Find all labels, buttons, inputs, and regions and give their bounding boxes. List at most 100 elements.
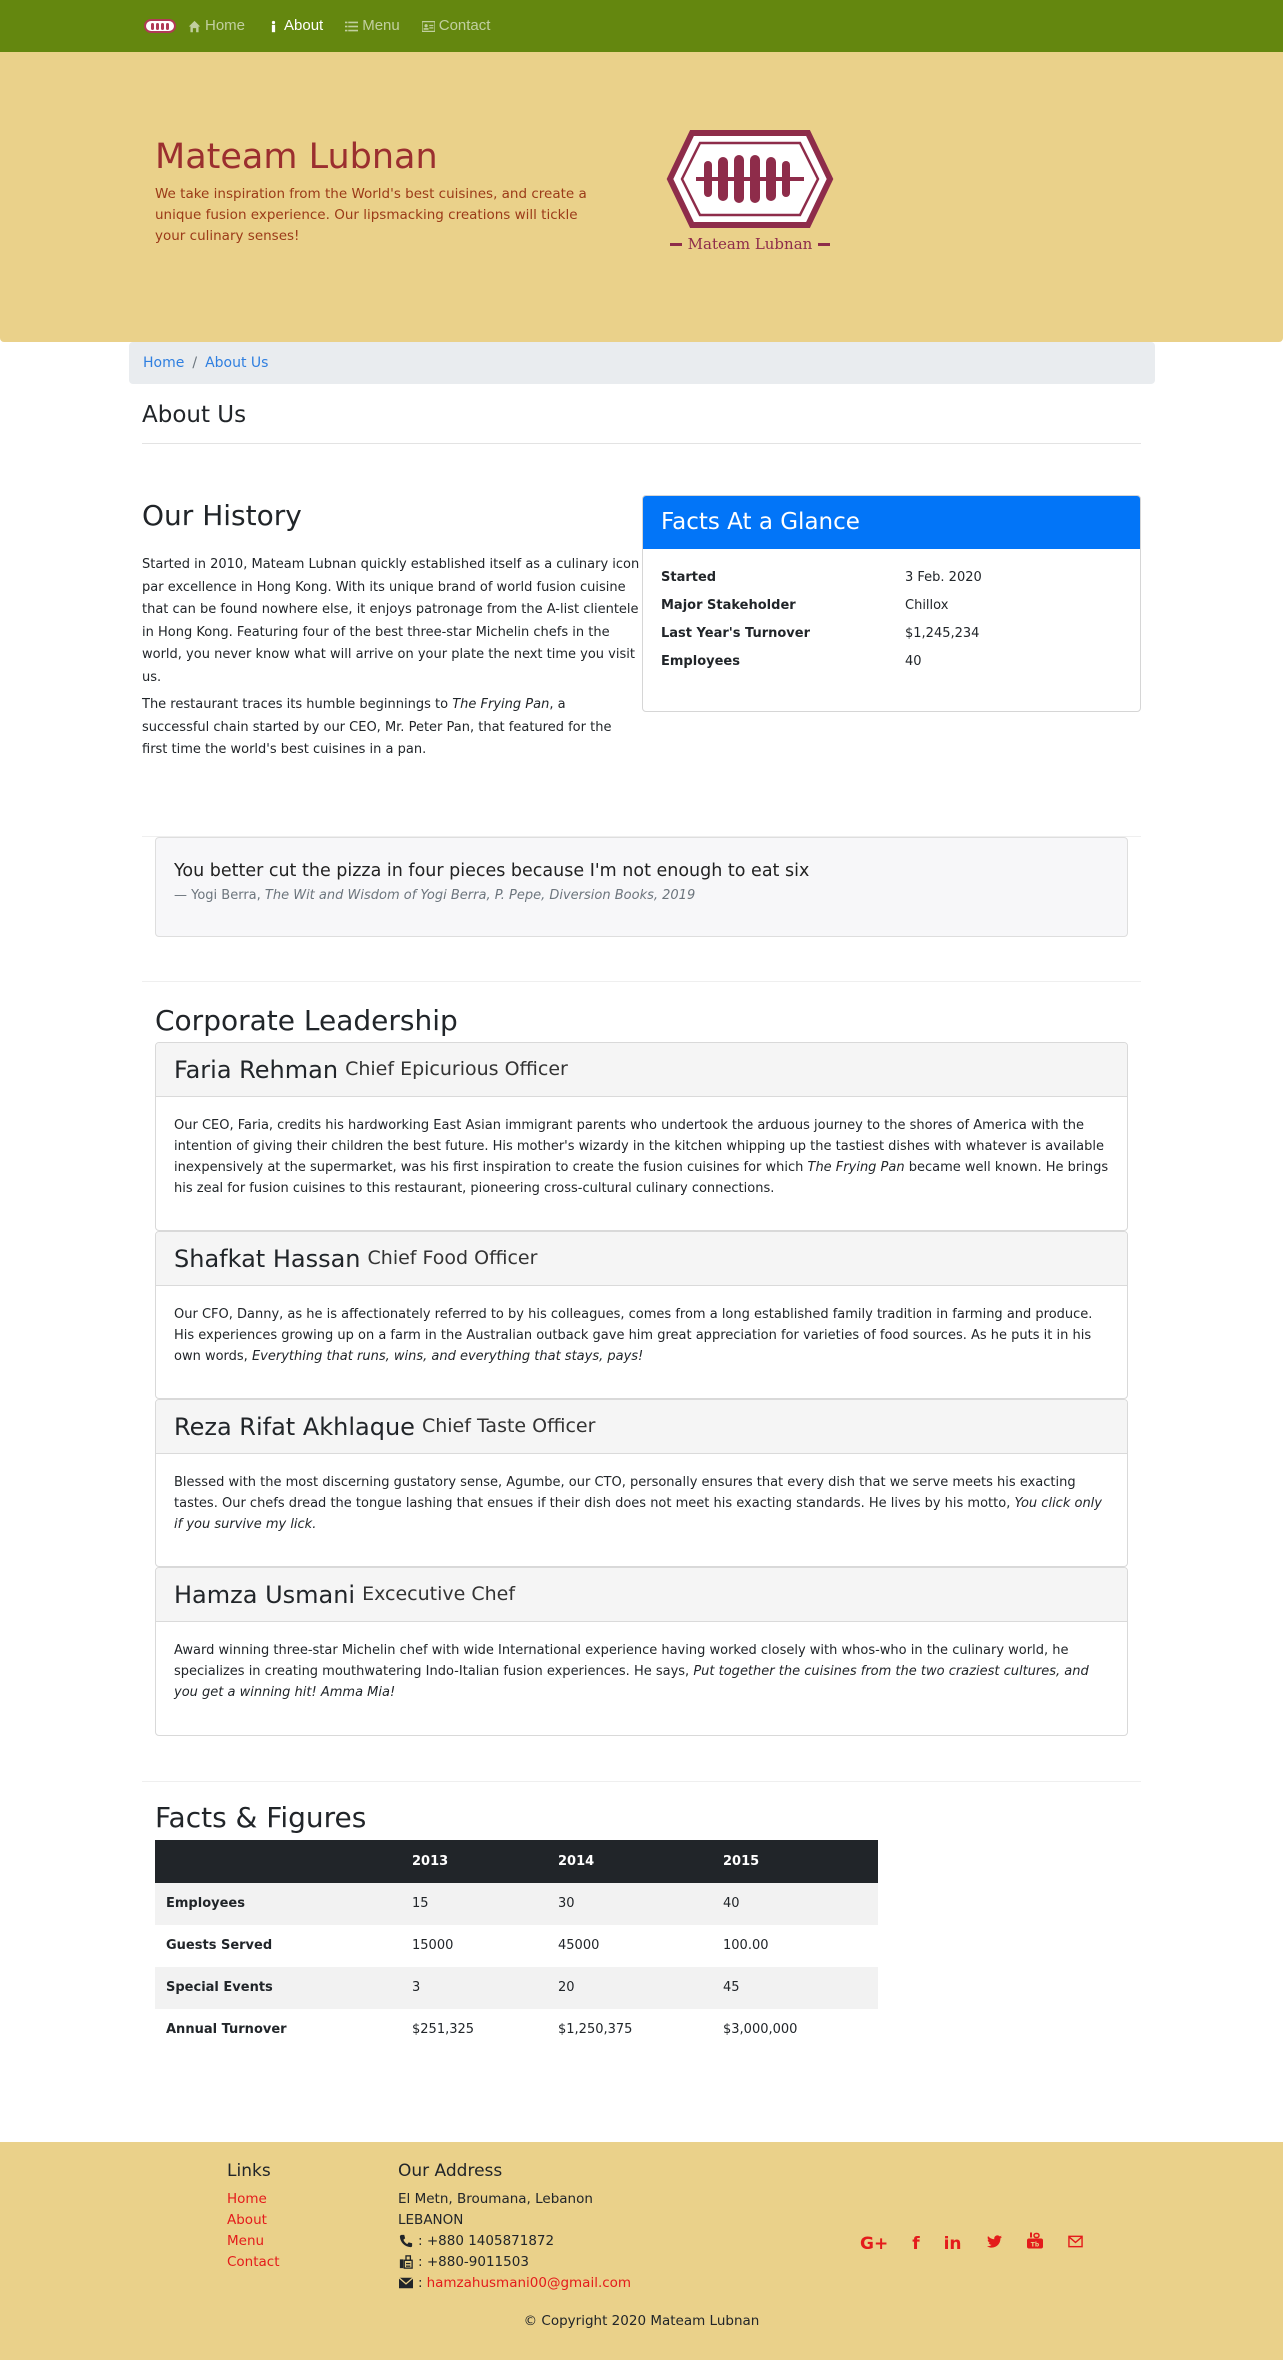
- leader-name: Hamza Usmani: [174, 1580, 356, 1609]
- table-row-header: Annual Turnover: [166, 2022, 287, 2038]
- nav-home-label: Home: [205, 16, 246, 34]
- leader-header: Shafkat Hassan Chief Food Officer: [156, 1232, 1127, 1286]
- table-row-header: Guests Served: [166, 1938, 273, 1954]
- address-line: El Metn, Broumana, Lebanon: [398, 2190, 593, 2207]
- leader-card: Hamza Usmani Excecutive Chef Award winnin…: [155, 1567, 1128, 1736]
- nav-about[interactable]: About: [267, 15, 323, 38]
- table-cell: 30: [547, 1883, 712, 1925]
- leader-bio-emphasis: The Frying Pan: [807, 1160, 905, 1175]
- mail-glyph: [1067, 2235, 1083, 2248]
- quote-text: You better cut the pizza in four pieces …: [174, 861, 810, 881]
- history-title: Our History: [142, 499, 302, 532]
- leader-title: Chief Taste Officer: [421, 1415, 596, 1438]
- leader-card: Shafkat Hassan Chief Food Officer Our CFO…: [155, 1231, 1128, 1399]
- phone-icon: [399, 2234, 413, 2248]
- table-header-cell: [155, 1840, 401, 1883]
- nav-contact[interactable]: Contact: [421, 15, 491, 38]
- footer-address-title: Our Address: [398, 2161, 503, 2181]
- table-cell: 15: [401, 1883, 547, 1925]
- table-cell: $3,000,000: [723, 2022, 798, 2038]
- quote-attribution: — Yogi Berra, The Wit and Wisdom of Yogi…: [174, 886, 1109, 906]
- divider: [142, 1781, 1141, 1782]
- site-tagline: We take inspiration from the World's bes…: [155, 186, 587, 244]
- nav-menu[interactable]: Menu: [345, 15, 400, 38]
- table-row: Employees 15 30 40: [155, 1883, 878, 1925]
- table-cell: 100.00: [723, 1938, 769, 1954]
- table-cell: 20: [547, 1967, 712, 2009]
- facts-key: Major Stakeholder: [661, 598, 796, 613]
- nav-contact-label: Contact: [438, 16, 491, 34]
- history-p2-emphasis: The Frying Pan: [452, 697, 550, 712]
- breadcrumb-home[interactable]: Home: [143, 353, 184, 374]
- nav-about-label: About: [284, 16, 324, 34]
- footer-link-home[interactable]: Home: [227, 2189, 280, 2210]
- jumbotron: Mateam Lubnan We take inspiration from t…: [0, 52, 1283, 342]
- table-row: Guests Served 15000 45000 100.00: [155, 1925, 878, 1967]
- table-row: Special Events 3 20 45: [155, 1967, 878, 2009]
- quote-author: — Yogi Berra,: [174, 888, 265, 904]
- leader-bio: Blessed with the most discerning gustato…: [156, 1454, 1127, 1553]
- site-title: Mateam Lubnan: [155, 137, 438, 177]
- footer-links: Links Home About Menu Contact: [227, 2159, 280, 2273]
- home-icon: [188, 20, 201, 32]
- leader-bio-text: Blessed with the most discerning gustato…: [174, 1475, 1076, 1511]
- table-cell: 15000: [412, 1938, 454, 1954]
- youtube-icon[interactable]: Tb: [1026, 2232, 1043, 2258]
- brand-logo-icon: Mateam Lubnan: [666, 130, 834, 253]
- nav-home[interactable]: Home: [188, 15, 245, 38]
- table-row-header: Special Events: [155, 1967, 401, 2009]
- figures-table: 2013 2014 2015 Employees 15 30 40 Guests…: [155, 1840, 878, 2051]
- facebook-icon[interactable]: f: [912, 2232, 919, 2258]
- footer-link-menu[interactable]: Menu: [227, 2231, 280, 2252]
- facts-value: Chillox: [905, 598, 949, 613]
- divider: [142, 443, 1141, 444]
- leader-title: Excecutive Chef: [362, 1583, 516, 1606]
- table-cell: 45: [712, 1967, 878, 2009]
- table-header-cell: 2014: [547, 1840, 712, 1883]
- leader-card: Faria Rehman Chief Epicurious Officer Our…: [155, 1042, 1128, 1231]
- phone-number: : +880 1405871872: [418, 2232, 555, 2249]
- leader-bio: Our CFO, Danny, as he is affectionately …: [156, 1286, 1127, 1385]
- jumbotron-text: Mateam Lubnan We take inspiration from t…: [155, 136, 610, 247]
- fax-icon: [399, 2255, 413, 2269]
- table-header-cell: 2015: [712, 1840, 878, 1883]
- address-card-icon: [421, 20, 435, 32]
- leader-bio: Award winning three-star Michelin chef w…: [156, 1622, 1127, 1721]
- breadcrumb: Home / About Us: [129, 342, 1155, 384]
- linkedin-icon[interactable]: in: [944, 2232, 962, 2258]
- envelope-icon: [398, 2277, 414, 2289]
- leader-name: Reza Rifat Akhlaque: [174, 1412, 415, 1441]
- table-header-row: 2013 2014 2015: [155, 1840, 878, 1883]
- brand-logo-small[interactable]: [144, 19, 176, 33]
- page-title: About Us: [142, 402, 247, 428]
- info-icon: [271, 20, 276, 32]
- footer: Links Home About Menu Contact Our Addres…: [0, 2142, 1283, 2360]
- facts-value: $1,245,234: [905, 626, 980, 641]
- social-links: G+ f in Tb: [860, 2232, 1084, 2258]
- facts-key: Started: [661, 570, 717, 585]
- table-header-cell: 2013: [401, 1840, 547, 1883]
- email-link[interactable]: hamzahusmani00@gmail.com: [427, 2273, 632, 2294]
- leader-header: Hamza Usmani Excecutive Chef: [156, 1568, 1127, 1622]
- copyright: © Copyright 2020 Mateam Lubnan: [523, 2313, 760, 2329]
- leader-header: Faria Rehman Chief Epicurious Officer: [156, 1043, 1127, 1097]
- email-line: : hamzahusmani00@gmail.com: [398, 2273, 631, 2294]
- table-cell: 40: [712, 1883, 878, 1925]
- leader-bio: Our CEO, Faria, credits his hardworking …: [156, 1097, 1127, 1217]
- footer-link-about[interactable]: About: [227, 2210, 280, 2231]
- facts-key: Employees: [661, 654, 740, 669]
- youtube-glyph: Tb: [1026, 2232, 1043, 2249]
- quote-source: The Wit and Wisdom of Yogi Berra, P. Pep…: [264, 888, 696, 904]
- twitter-icon[interactable]: [986, 2232, 1003, 2258]
- table-cell: $251,325: [412, 2022, 475, 2038]
- fax-number: : +880-9011503: [418, 2253, 529, 2270]
- table-cell: 45000: [558, 1938, 600, 1954]
- mail-icon[interactable]: [1067, 2232, 1084, 2258]
- quote-block: You better cut the pizza in four pieces …: [155, 837, 1128, 937]
- breadcrumb-current[interactable]: About Us: [205, 353, 268, 374]
- google-plus-icon[interactable]: G+: [860, 2232, 888, 2258]
- footer-link-contact[interactable]: Contact: [227, 2252, 280, 2273]
- figures-title: Facts & Figures: [155, 1801, 367, 1834]
- navbar: Home About Menu Contact: [0, 0, 1283, 52]
- nav-menu-label: Menu: [362, 16, 400, 34]
